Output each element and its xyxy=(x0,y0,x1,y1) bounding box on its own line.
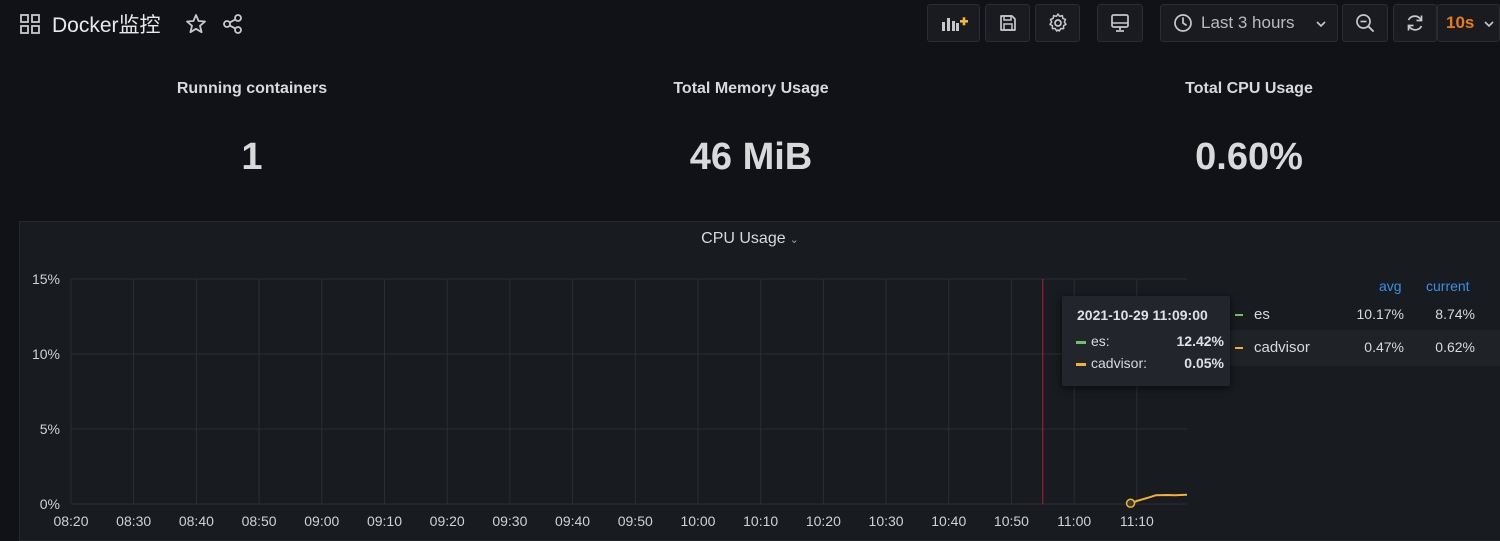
legend-series-name: cadvisor xyxy=(1254,339,1310,356)
x-tick-label: 09:30 xyxy=(492,513,527,529)
tooltip-swatch xyxy=(1076,363,1086,366)
tooltip-series-value: 0.05% xyxy=(1184,355,1224,371)
y-tick-label: 0% xyxy=(40,496,60,512)
x-tick-label: 08:30 xyxy=(116,513,151,529)
legend-header-current[interactable]: current xyxy=(1426,278,1470,294)
tooltip-series-name: es: xyxy=(1091,333,1110,349)
y-tick-label: 5% xyxy=(40,421,60,437)
x-tick-label: 09:00 xyxy=(304,513,339,529)
x-tick-label: 08:20 xyxy=(53,513,88,529)
x-tick-label: 10:00 xyxy=(680,513,715,529)
tooltip-time: 2021-10-29 11:09:00 xyxy=(1077,307,1208,323)
cpu-usage-chart[interactable]: 0% 5% 10% 15% 08:20 08:30 08:40 08:50 09:00 09:10… xyxy=(0,0,1500,534)
legend-current-value: 8.74% xyxy=(1435,306,1475,322)
x-tick-label: 09:10 xyxy=(367,513,402,529)
x-tick-label: 10:30 xyxy=(869,513,904,529)
legend-avg-value: 0.47% xyxy=(1364,339,1404,355)
legend-series-name: es xyxy=(1254,306,1270,323)
legend-swatch xyxy=(1235,347,1243,349)
y-tick-label: 15% xyxy=(32,271,60,287)
x-tick-label: 10:20 xyxy=(806,513,841,529)
series-line-cadvisor xyxy=(1130,493,1188,505)
tooltip-row-es: es: 12.42% xyxy=(1076,333,1224,351)
x-tick-label: 11:00 xyxy=(1057,513,1091,529)
x-tick-label: 10:50 xyxy=(994,513,1029,529)
legend-avg-value: 10.17% xyxy=(1356,306,1404,322)
legend-item-cadvisor[interactable]: cadvisor 0.47% 0.62% xyxy=(1226,330,1500,366)
legend-header-avg[interactable]: avg xyxy=(1379,278,1402,294)
x-tick-label: 08:40 xyxy=(179,513,214,529)
tooltip-series-name: cadvisor: xyxy=(1091,355,1148,371)
x-tick-label: 09:50 xyxy=(618,513,653,529)
x-tick-label: 09:20 xyxy=(430,513,465,529)
x-tick-label: 09:40 xyxy=(555,513,590,529)
legend-current-value: 0.62% xyxy=(1435,339,1475,355)
x-tick-label: 10:10 xyxy=(743,513,778,529)
tooltip-series-value: 12.42% xyxy=(1176,333,1224,349)
x-tick-label: 10:40 xyxy=(931,513,966,529)
legend-swatch xyxy=(1235,314,1243,316)
x-tick-label: 08:50 xyxy=(242,513,277,529)
y-tick-label: 10% xyxy=(32,346,60,362)
x-tick-label: 11:10 xyxy=(1120,513,1154,529)
tooltip-row-cadvisor: cadvisor: 0.05% xyxy=(1076,355,1224,373)
graph-tooltip: 2021-10-29 11:09:00 es: 12.42% cadvisor:… xyxy=(1062,296,1230,386)
tooltip-swatch xyxy=(1076,341,1086,344)
hover-point-cadvisor xyxy=(1125,498,1136,508)
legend-item-es[interactable]: es 10.17% 8.74% xyxy=(1226,297,1500,333)
